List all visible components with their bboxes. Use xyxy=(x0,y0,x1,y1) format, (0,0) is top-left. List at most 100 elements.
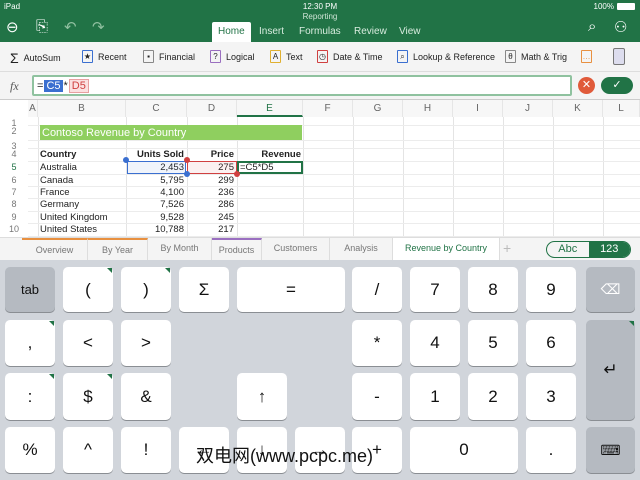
recent-button[interactable]: ★ Recent xyxy=(82,50,127,63)
cell-units-sold[interactable]: 9,528 xyxy=(126,212,184,224)
sheet-tab-products[interactable]: Products xyxy=(212,238,262,260)
formula-input[interactable]: = C5 * D5 xyxy=(32,75,572,96)
sheet-title[interactable]: Contoso Revenue by Country xyxy=(42,127,186,139)
key-9[interactable]: 9 xyxy=(526,267,576,312)
cell-price[interactable]: 245 xyxy=(187,212,234,224)
active-cell-e5[interactable] xyxy=(237,161,303,174)
column-header-l[interactable]: L xyxy=(603,100,640,117)
row-header-9[interactable]: 9 xyxy=(0,212,28,222)
key-3[interactable]: 3 xyxy=(526,373,576,420)
cell-price[interactable]: 217 xyxy=(187,224,234,236)
sheet-tab-revenue-by-country[interactable]: Revenue by Country xyxy=(393,238,500,260)
sheet-tab-by-month[interactable]: By Month xyxy=(148,238,212,260)
return-key[interactable]: ↵ xyxy=(586,320,635,420)
key--[interactable]: - xyxy=(352,373,402,420)
key-2[interactable]: 2 xyxy=(468,373,518,420)
sheet-tab-overview[interactable]: Overview xyxy=(22,238,88,260)
tab-insert[interactable]: Insert xyxy=(253,22,290,42)
text-button[interactable]: A Text xyxy=(270,50,303,63)
key-4[interactable]: 4 xyxy=(410,320,460,366)
cell-price[interactable]: 236 xyxy=(187,187,234,199)
cell-units-sold[interactable]: 4,100 xyxy=(126,187,184,199)
key-e28691[interactable]: ↑ xyxy=(237,373,287,420)
selection-handle[interactable] xyxy=(123,157,129,163)
key-3c[interactable]: < xyxy=(63,320,113,366)
calculator-icon[interactable] xyxy=(613,48,625,65)
numeric-mode[interactable]: 123 xyxy=(588,242,630,257)
sheet-tab-by-year[interactable]: By Year xyxy=(88,238,148,260)
cancel-icon[interactable]: ✕ xyxy=(578,77,595,94)
cell-price[interactable]: 299 xyxy=(187,175,234,187)
column-header-i[interactable]: I xyxy=(453,100,503,117)
backspace-key[interactable]: ⌫ xyxy=(586,267,635,312)
column-header-d[interactable]: D xyxy=(187,100,237,117)
row-header-2[interactable]: 2 xyxy=(0,126,28,136)
row-header-4[interactable]: 4 xyxy=(0,149,28,159)
row-header-6[interactable]: 6 xyxy=(0,175,28,185)
tab-home[interactable]: Home xyxy=(212,22,251,42)
column-header-e[interactable]: E xyxy=(237,100,303,117)
logical-button[interactable]: ? Logical xyxy=(210,50,255,63)
key-)[interactable]: ) xyxy=(121,267,171,312)
cell-price[interactable]: 286 xyxy=(187,199,234,211)
tab-review[interactable]: Review xyxy=(348,22,393,42)
row-header-10[interactable]: 10 xyxy=(0,224,28,234)
key-1[interactable]: 1 xyxy=(410,373,460,420)
key-cea3[interactable]: Σ xyxy=(179,267,229,312)
cell-country[interactable]: Australia xyxy=(40,162,77,174)
date-time-button[interactable]: ◷ Date & Time xyxy=(317,50,383,63)
key-24[interactable]: $ xyxy=(63,373,113,420)
selection-handle[interactable] xyxy=(184,157,190,163)
row-header-8[interactable]: 8 xyxy=(0,199,28,209)
key-25[interactable]: % xyxy=(5,427,55,473)
lookup-reference-button[interactable]: ⌕ Lookup & Reference xyxy=(397,50,495,63)
key-26[interactable]: & xyxy=(121,373,171,420)
header-price[interactable]: Price xyxy=(187,149,234,161)
share-icon[interactable]: ⚇ xyxy=(614,18,627,36)
key-0[interactable]: 0 xyxy=(410,427,518,473)
autosum-button[interactable]: Σ AutoSum xyxy=(10,50,61,66)
column-header-k[interactable]: K xyxy=(553,100,603,117)
selection-handle[interactable] xyxy=(234,171,240,177)
file-icon[interactable]: ⎘ xyxy=(36,18,48,35)
key-*[interactable]: * xyxy=(352,320,402,366)
cell-country[interactable]: United Kingdom xyxy=(40,212,108,224)
key-3d[interactable]: = xyxy=(237,267,345,312)
cell-country[interactable]: Canada xyxy=(40,175,73,187)
add-sheet-button[interactable]: + xyxy=(503,240,511,256)
hide-keyboard-key[interactable]: ⌨ xyxy=(586,427,635,473)
key-2c[interactable]: , xyxy=(5,320,55,366)
key-![interactable]: ! xyxy=(121,427,171,473)
key-3e[interactable]: > xyxy=(121,320,171,366)
key-2f[interactable]: / xyxy=(352,267,402,312)
cell-units-sold[interactable]: 5,795 xyxy=(126,175,184,187)
abc-mode[interactable]: Abc xyxy=(547,242,589,257)
back-icon[interactable]: ⊖ xyxy=(6,18,19,36)
cell-units-sold[interactable]: 7,526 xyxy=(126,199,184,211)
key-3a[interactable]: : xyxy=(5,373,55,420)
key-.[interactable]: . xyxy=(526,427,576,473)
confirm-icon[interactable]: ✓ xyxy=(601,77,633,94)
cell-units-sold[interactable]: 10,788 xyxy=(126,224,184,236)
tab-formulas[interactable]: Formulas xyxy=(293,22,347,42)
key-8[interactable]: 8 xyxy=(468,267,518,312)
spreadsheet-grid[interactable]: ABCDEFGHIJKL 1 2 3 4 5 6 7 8 9 10 Contoso Revenue… xyxy=(0,100,640,237)
redo-icon[interactable]: ↷ xyxy=(92,18,105,36)
header-country[interactable]: Country xyxy=(40,149,76,161)
header-revenue[interactable]: Revenue xyxy=(237,149,301,161)
tab-view[interactable]: View xyxy=(393,22,427,42)
cell-country[interactable]: Germany xyxy=(40,199,79,211)
undo-icon[interactable]: ↶ xyxy=(64,18,77,36)
row-header-7[interactable]: 7 xyxy=(0,187,28,197)
key-7[interactable]: 7 xyxy=(410,267,460,312)
sheet-tab-analysis[interactable]: Analysis xyxy=(330,238,393,260)
key-5[interactable]: 5 xyxy=(468,320,518,366)
math-trig-button[interactable]: θ Math & Trig xyxy=(505,50,567,63)
financial-button[interactable]: ▪ Financial xyxy=(143,50,195,63)
sheet-tab-customers[interactable]: Customers xyxy=(262,238,330,260)
column-header-a[interactable]: A xyxy=(28,100,38,117)
key-5e[interactable]: ^ xyxy=(63,427,113,473)
column-header-h[interactable]: H xyxy=(403,100,453,117)
column-header-g[interactable]: G xyxy=(353,100,403,117)
cell-country[interactable]: United States xyxy=(40,224,97,236)
